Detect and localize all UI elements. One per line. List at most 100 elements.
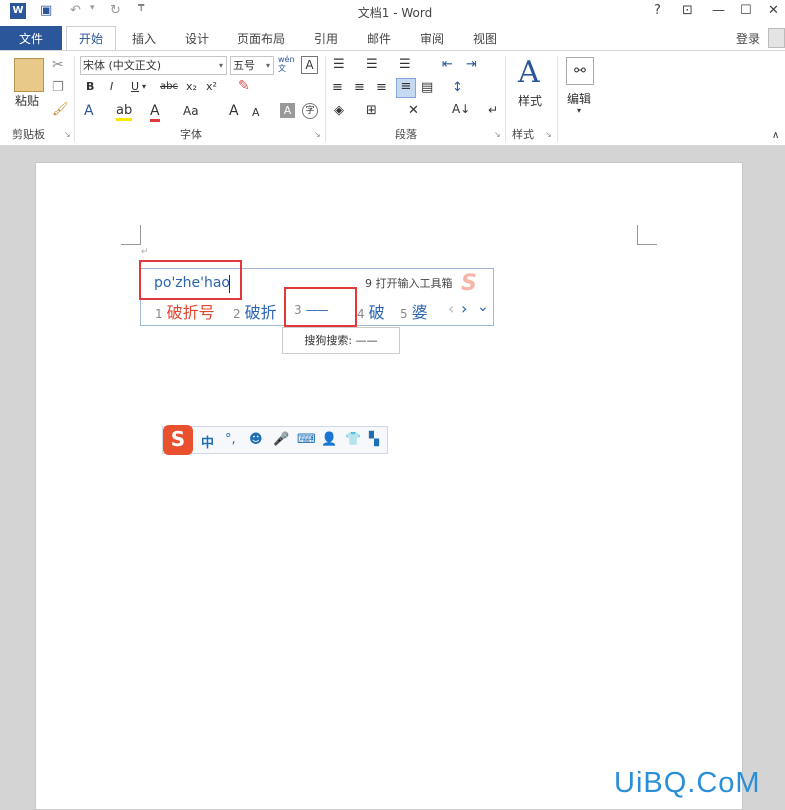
crop-mark (637, 225, 657, 245)
shading-icon[interactable]: ◈ (334, 103, 344, 118)
borders-icon[interactable]: ⊞ (366, 103, 377, 118)
paste-icon[interactable] (14, 58, 44, 92)
undo-dropdown-icon[interactable]: ▾ (90, 3, 95, 13)
distributed-icon[interactable]: ▤ (421, 80, 433, 95)
justify-icon[interactable]: ≡ (396, 78, 416, 98)
punctuation-toggle-button[interactable]: °, (225, 432, 236, 447)
editing-button[interactable]: 编辑 (567, 90, 591, 107)
styles-button[interactable]: 样式 (518, 92, 542, 109)
styles-icon[interactable]: A (518, 55, 540, 90)
tab-references[interactable]: 引用 (314, 30, 338, 47)
tab-file[interactable]: 文件 (0, 26, 62, 52)
highlight-box-candidate-3 (284, 287, 357, 327)
increase-indent-icon[interactable]: ⇥ (466, 57, 477, 72)
keyboard-icon[interactable]: ⌨ (297, 432, 316, 447)
paragraph-launcher-icon[interactable]: ↘ (494, 130, 501, 139)
lang-toggle-button[interactable]: 中 (201, 432, 214, 451)
font-name-combo[interactable]: 宋体 (中文正文) ▾ (80, 56, 227, 75)
candidate-1[interactable]: 1 破折号 (155, 299, 215, 323)
align-center-icon[interactable]: ≡ (354, 80, 365, 95)
help-button[interactable]: ? (654, 3, 661, 18)
show-marks-icon[interactable]: ↵ (488, 103, 498, 117)
collapse-ribbon-icon[interactable]: ∧ (772, 130, 779, 141)
font-color-button[interactable]: A (150, 103, 160, 122)
phonetic-guide-button[interactable]: wén 文 (278, 55, 295, 73)
user-icon[interactable]: 👤 (321, 432, 337, 447)
char-shading-button[interactable]: A (280, 103, 295, 118)
binoculars-icon[interactable]: ⚯ (566, 57, 594, 85)
bold-button[interactable]: B (86, 80, 94, 93)
align-right-icon[interactable]: ≡ (376, 80, 387, 95)
underline-button[interactable]: U (131, 80, 139, 93)
tab-layout[interactable]: 页面布局 (237, 30, 285, 47)
tab-view[interactable]: 视图 (473, 30, 497, 47)
chevron-down-icon[interactable]: ▾ (142, 82, 146, 91)
open-toolbox-button[interactable]: 9 打开输入工具箱 (365, 275, 453, 291)
align-left-icon[interactable]: ≡ (332, 80, 343, 95)
paragraph-mark: ↵ (141, 247, 149, 257)
enclose-char-button[interactable]: 字 (302, 103, 318, 119)
close-button[interactable]: ✕ (768, 3, 779, 18)
styles-launcher-icon[interactable]: ↘ (545, 130, 552, 139)
font-name-value: 宋体 (中文正文) (83, 59, 162, 72)
undo-icon[interactable]: ↶ (70, 3, 81, 18)
apps-icon[interactable]: ▚ (369, 432, 379, 447)
format-painter-icon[interactable]: 🖌 (52, 102, 69, 117)
tab-insert[interactable]: 插入 (132, 30, 156, 47)
candidate-5[interactable]: 5婆 (400, 299, 428, 323)
maximize-button[interactable]: ☐ (740, 3, 752, 18)
copy-icon[interactable]: ❐ (52, 80, 64, 95)
cut-icon[interactable]: ✂ (52, 57, 64, 73)
superscript-button[interactable]: x² (206, 80, 217, 93)
font-size-combo[interactable]: 五号 ▾ (230, 56, 274, 75)
chevron-down-icon[interactable]: ▾ (577, 106, 581, 115)
save-icon[interactable]: ▣ (40, 3, 52, 18)
prev-page-icon[interactable]: ‹ (448, 299, 454, 318)
avatar[interactable] (768, 28, 785, 48)
line-spacing-icon[interactable]: ↕ (452, 80, 463, 95)
decrease-indent-icon[interactable]: ⇤ (442, 57, 453, 72)
clear-formatting-icon[interactable]: ✎ (238, 78, 250, 94)
emoji-icon[interactable]: ☻ (249, 432, 263, 447)
multilevel-list-icon[interactable]: ☰ (399, 57, 411, 72)
tab-review[interactable]: 审阅 (420, 30, 444, 47)
search-suggestion-popup[interactable]: 搜狗搜索: —— (282, 327, 400, 354)
mic-icon[interactable]: 🎤 (273, 432, 289, 447)
chinese-layout-icon[interactable]: ✕ (408, 103, 419, 118)
tab-mailings[interactable]: 邮件 (367, 30, 391, 47)
divider (557, 56, 558, 142)
sort-icon[interactable]: A↓ (452, 102, 470, 116)
highlight-icon[interactable]: ab (116, 103, 133, 121)
minimize-button[interactable]: — (712, 3, 725, 18)
italic-button[interactable]: I (110, 80, 113, 93)
customize-qat-button[interactable]: ₸ (138, 3, 144, 14)
text-effects-button[interactable]: A (84, 103, 94, 119)
shrink-font-button[interactable]: A (252, 106, 260, 119)
login-link[interactable]: 登录 (736, 30, 760, 47)
candidate-2[interactable]: 2 破折 (233, 299, 277, 323)
shirt-icon[interactable]: 👕 (345, 432, 361, 447)
clipboard-launcher-icon[interactable]: ↘ (64, 130, 71, 139)
highlight-box-composition (139, 260, 242, 300)
subscript-button[interactable]: x₂ (186, 80, 197, 93)
ime-status-bar: S 中 °, ☻ 🎤 ⌨ 👤 👕 ▚ (162, 425, 388, 455)
next-page-icon[interactable]: › (461, 299, 467, 318)
paste-button[interactable]: 粘贴 (15, 92, 39, 109)
ribbon-display-options-button[interactable]: ⊡ (682, 3, 693, 18)
bullets-icon[interactable]: ☰ (333, 57, 345, 72)
grow-font-button[interactable]: A (229, 103, 239, 119)
tab-home[interactable]: 开始 (66, 26, 116, 52)
font-launcher-icon[interactable]: ↘ (314, 130, 321, 139)
expand-candidates-icon[interactable]: ⌄ (477, 299, 489, 315)
strikethrough-button[interactable]: abc (160, 81, 178, 92)
char-border-button[interactable]: A (301, 56, 318, 74)
group-clipboard-label: 剪贴板 (12, 128, 45, 141)
candidate-4[interactable]: 4破 (357, 299, 385, 323)
tab-design[interactable]: 设计 (185, 30, 209, 47)
word-icon[interactable]: W (10, 3, 26, 19)
numbering-icon[interactable]: ☰ (366, 57, 378, 72)
sogou-logo-icon[interactable]: S (163, 425, 193, 455)
ribbon-tabs (0, 24, 785, 50)
change-case-button[interactable]: Aa (183, 104, 199, 118)
redo-icon[interactable]: ↻ (110, 3, 121, 18)
